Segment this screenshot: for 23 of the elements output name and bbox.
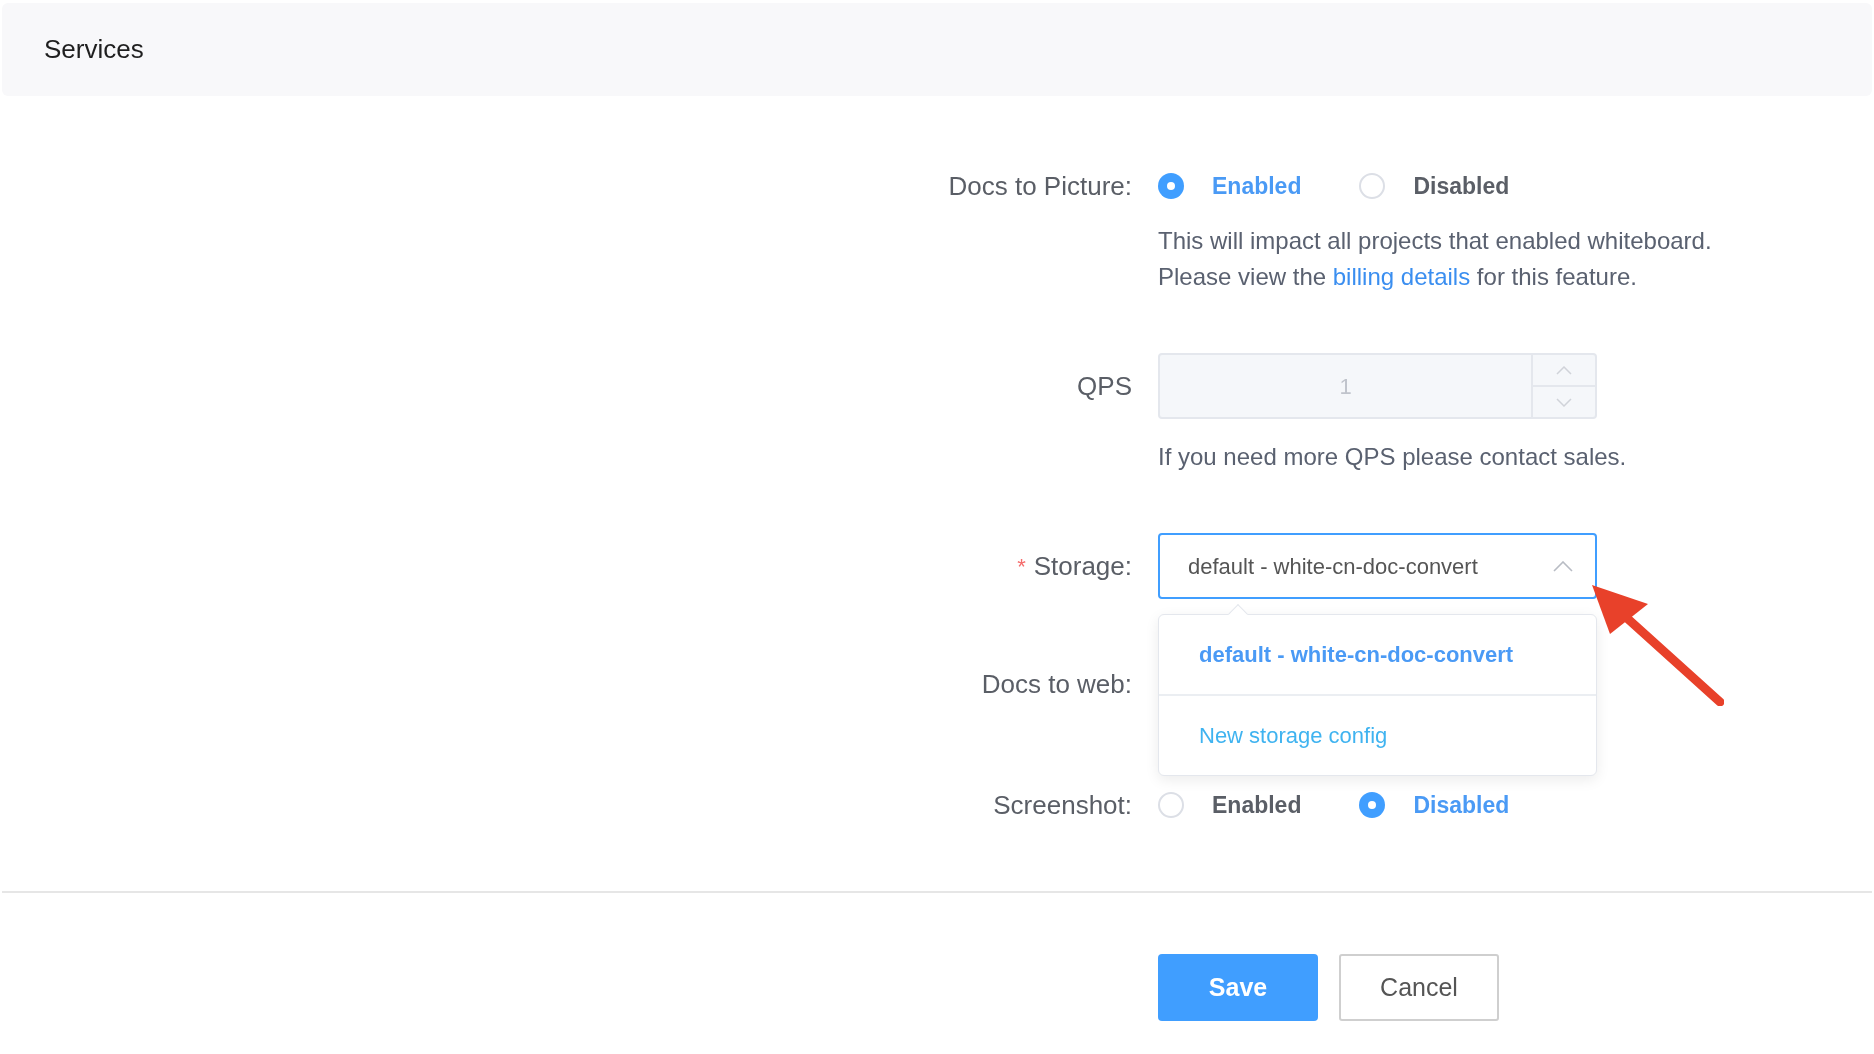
dropdown-option[interactable]: default - white-cn-doc-convert <box>1159 615 1596 696</box>
new-storage-config-link[interactable]: New storage config <box>1159 696 1596 775</box>
chevron-down-icon <box>1556 397 1572 407</box>
radio-option[interactable]: Disabled <box>1359 787 1510 823</box>
billing-note: Please view the billing details for this feature. <box>1158 262 1638 292</box>
required-asterisk: * <box>1017 552 1026 581</box>
radio-option[interactable]: Enabled <box>1158 168 1302 204</box>
field-label: Docs to web: <box>981 667 1132 701</box>
page-title: Services <box>44 33 144 66</box>
radio-option[interactable]: Enabled <box>1158 787 1302 823</box>
save-button[interactable]: Save <box>1158 954 1318 1021</box>
chevron-up-icon <box>1556 365 1572 375</box>
field-label: Storage: <box>1033 549 1132 583</box>
field-label: Screenshot: <box>993 788 1132 822</box>
qps-hint: If you need more QPS please contact sales. <box>1158 442 1627 472</box>
field-label: QPS <box>1077 369 1132 403</box>
storage-select[interactable]: default - white-cn-doc-convert <box>1158 533 1597 599</box>
cancel-button[interactable]: Cancel <box>1339 954 1499 1021</box>
radio-option[interactable]: Disabled <box>1359 168 1510 204</box>
impact-note: This will impact all projects that enabled whiteboard. <box>1158 226 1713 256</box>
chevron-up-icon <box>1553 560 1573 572</box>
billing-details-link[interactable]: billing details <box>1332 263 1471 290</box>
field-label: Docs to Picture: <box>948 169 1132 203</box>
